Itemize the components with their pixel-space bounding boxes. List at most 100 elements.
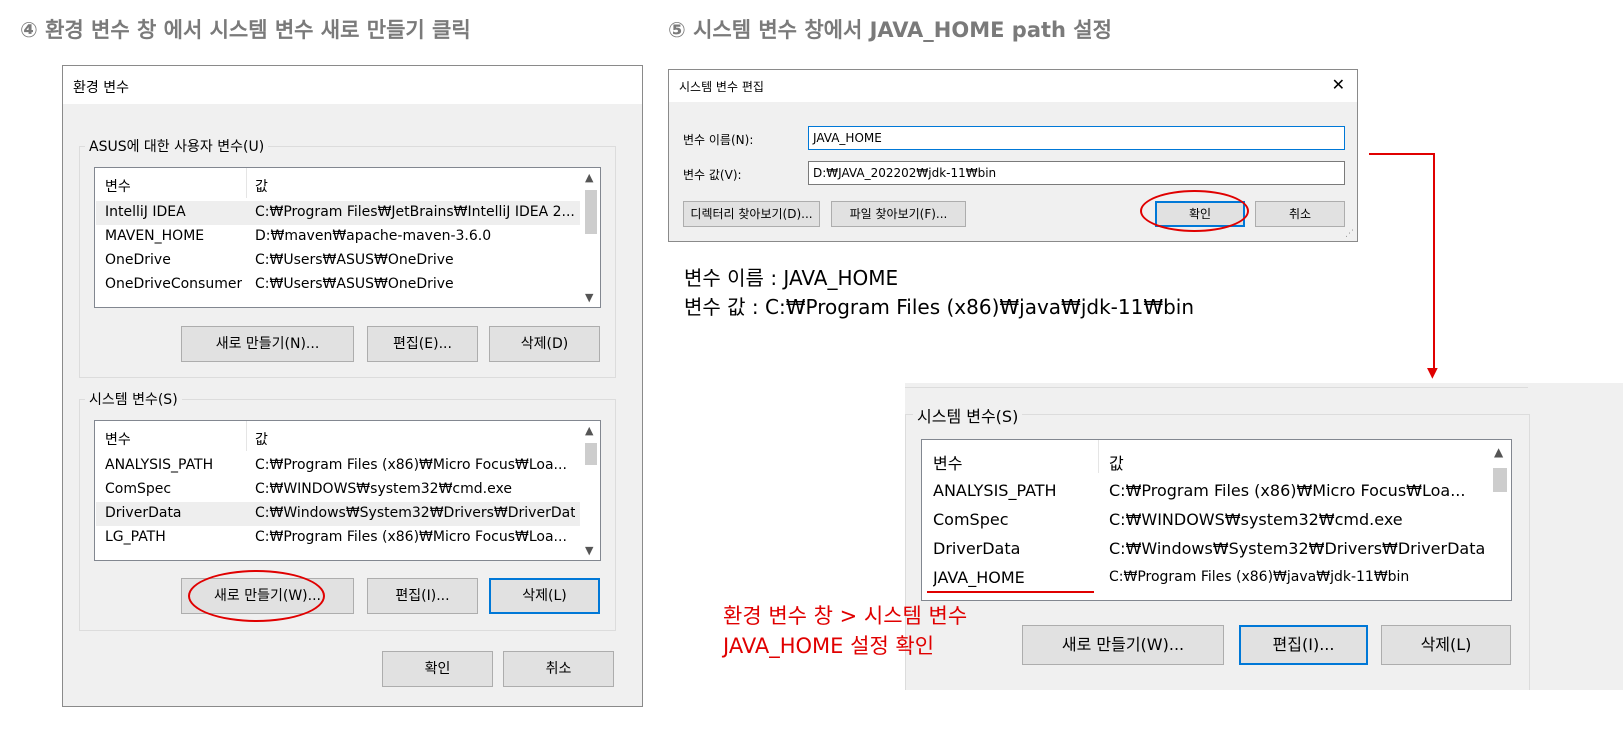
variable-name-label: 변수 이름(N): [683,133,754,147]
annotation-line-1: 환경 변수 창 > 시스템 변수 [723,604,968,628]
scrollbar-thumb[interactable] [585,443,597,465]
scroll-down-icon[interactable]: ▼ [585,544,593,557]
divider [905,387,1528,388]
underline-highlight [927,591,1094,593]
variable-value: D:₩maven₩apache-maven-3.6.0 [255,228,492,244]
variable-value: C:₩Windows₩System32₩Drivers₩DriverData [255,505,575,521]
variable-value: C:₩Program Files (x86)₩java₩jdk-11₩bin [1109,569,1410,585]
user-new-button[interactable]: 새로 만들기(N)... [181,326,354,362]
dialog-title: 환경 변수 [73,80,129,96]
annotation-line-2: JAVA_HOME 설정 확인 [723,634,935,658]
variable-name: DriverData [933,539,1021,558]
arrow-connector [1369,153,1435,155]
variable-value: C:₩WINDOWS₩system32₩cmd.exe [255,481,512,497]
table-row[interactable]: ANALYSIS_PATH C:₩Program Files (x86)₩Mic… [923,478,1488,507]
variable-value: C:₩Users₩ASUS₩OneDrive [255,252,454,268]
variable-name: ComSpec [933,510,1009,529]
variable-value: C:₩Program Files (x86)₩Micro Focus₩Loa..… [255,457,567,473]
table-row[interactable]: ComSpec C:₩WINDOWS₩system32₩cmd.exe [923,507,1488,536]
vertical-scrollbar[interactable]: ▲ [1489,440,1511,600]
column-separator[interactable] [1098,440,1099,473]
ok-button[interactable]: 확인 [382,651,493,687]
variable-value: C:₩Program Files (x86)₩Micro Focus₩Loa..… [255,529,567,545]
edit-system-variable-dialog: 시스템 변수 편집 ✕ 변수 이름(N): JAVA_HOME 변수 값(V):… [668,69,1358,242]
close-icon[interactable]: ✕ [1332,75,1345,94]
scroll-down-icon[interactable]: ▼ [585,291,593,304]
step5-heading: ⑤ 시스템 변수 창에서 JAVA_HOME path 설정 [668,18,1112,42]
scrollbar-thumb[interactable] [1493,468,1507,492]
variable-name: OneDrive [105,252,171,268]
table-row[interactable]: ANALYSIS_PATH C:₩Program Files (x86)₩Mic… [96,454,580,478]
user-edit-button[interactable]: 편집(E)... [367,326,478,362]
system-variables-label: 시스템 변수(S) [85,389,182,409]
browse-directory-button[interactable]: 디렉터리 찾아보기(D)... [683,201,820,227]
system-delete-button[interactable]: 삭제(L) [1381,625,1511,665]
highlight-oval [1140,190,1249,232]
column-header-value[interactable]: 값 [1109,450,1124,474]
table-row[interactable]: JAVA_HOME C:₩Program Files (x86)₩java₩jd… [923,565,1488,594]
system-edit-button[interactable]: 편집(I)... [1239,625,1368,665]
user-variables-label: ASUS에 대한 사용자 변수(U) [85,136,269,156]
variable-value: C:₩Program Files₩JetBrains₩IntelliJ IDEA… [255,204,575,220]
note-line-2: 변수 값 : C:₩Program Files (x86)₩java₩jdk-1… [684,295,1195,319]
column-header-variable[interactable]: 변수 [105,429,131,449]
variable-value-label: 변수 값(V): [683,168,742,182]
result-panel: 시스템 변수(S) 변수 값 ANALYSIS_PATH C:₩Program … [905,383,1623,690]
cancel-button[interactable]: 취소 [503,651,614,687]
table-row[interactable]: ComSpec C:₩WINDOWS₩system32₩cmd.exe [96,478,580,502]
scroll-up-icon[interactable]: ▲ [1494,445,1503,459]
title-bar [669,70,1357,102]
table-row[interactable]: OneDrive C:₩Users₩ASUS₩OneDrive [96,249,580,273]
note-line-1: 변수 이름 : JAVA_HOME [684,266,899,290]
variable-name: DriverData [105,505,182,521]
system-variables-label: 시스템 변수(S) [913,403,1023,427]
title-bar [63,66,642,104]
variable-name: JAVA_HOME [933,568,1025,587]
user-delete-button[interactable]: 삭제(D) [489,326,600,362]
system-delete-button[interactable]: 삭제(L) [489,578,600,614]
variable-name: ANALYSIS_PATH [105,457,214,473]
scroll-up-icon[interactable]: ▲ [585,424,593,437]
arrow-connector [1433,153,1435,370]
column-header-value[interactable]: 값 [255,429,268,449]
system-new-button[interactable]: 새로 만들기(W)... [1022,625,1224,665]
system-variables-list[interactable]: 변수 값 ANALYSIS_PATH C:₩Program Files (x86… [94,420,601,561]
column-header-variable[interactable]: 변수 [933,450,962,474]
variable-name: MAVEN_HOME [105,228,205,244]
dialog-title: 시스템 변수 편집 [679,80,764,94]
table-row[interactable]: DriverData C:₩Windows₩System32₩Drivers₩D… [923,536,1488,565]
system-variables-list[interactable]: 변수 값 ANALYSIS_PATH C:₩Program Files (x86… [921,439,1512,601]
variable-value: C:₩WINDOWS₩system32₩cmd.exe [1109,510,1403,529]
variable-value: C:₩Program Files (x86)₩Micro Focus₩Loa..… [1109,481,1466,500]
table-row[interactable]: DriverData C:₩Windows₩System32₩Drivers₩D… [96,502,580,526]
arrow-down-icon: ▼ [1427,365,1438,381]
table-row[interactable]: MAVEN_HOME D:₩maven₩apache-maven-3.6.0 [96,225,580,249]
user-variables-list[interactable]: 변수 값 IntelliJ IDEA C:₩Program Files₩JetB… [94,167,601,308]
table-row[interactable]: OneDriveConsumer C:₩Users₩ASUS₩OneDrive [96,273,580,297]
step4-heading: ④ 환경 변수 창 에서 시스템 변수 새로 만들기 클릭 [20,18,471,42]
table-row[interactable]: LG_PATH C:₩Program Files (x86)₩Micro Foc… [96,526,580,550]
column-header-value[interactable]: 값 [255,176,268,196]
env-variables-dialog: 환경 변수 ASUS에 대한 사용자 변수(U) 변수 값 IntelliJ I… [62,65,643,707]
scroll-up-icon[interactable]: ▲ [585,171,593,184]
column-separator[interactable] [246,421,247,451]
variable-value: C:₩Windows₩System32₩Drivers₩DriverData [1109,539,1484,558]
variable-value: C:₩Users₩ASUS₩OneDrive [255,276,454,292]
column-header-variable[interactable]: 변수 [105,176,131,196]
vertical-scrollbar[interactable]: ▲ ▼ [582,421,600,560]
system-edit-button[interactable]: 편집(I)... [367,578,478,614]
variable-name-field[interactable]: JAVA_HOME [808,126,1345,150]
browse-file-button[interactable]: 파일 찾아보기(F)... [831,201,966,227]
variable-value-field[interactable]: D:₩JAVA_202202₩jdk-11₩bin [808,161,1345,185]
highlight-oval [188,570,325,622]
cancel-button[interactable]: 취소 [1255,201,1345,227]
scrollbar-thumb[interactable] [585,190,597,234]
variable-name: OneDriveConsumer [105,276,243,292]
variable-name: ComSpec [105,481,172,497]
variable-name: IntelliJ IDEA [105,204,186,220]
variable-name: ANALYSIS_PATH [933,481,1057,500]
table-row[interactable]: IntelliJ IDEA C:₩Program Files₩JetBrains… [96,201,580,225]
resize-grip-icon[interactable]: ⋰ [1345,229,1354,239]
column-separator[interactable] [246,168,247,198]
vertical-scrollbar[interactable]: ▲ ▼ [582,168,600,307]
